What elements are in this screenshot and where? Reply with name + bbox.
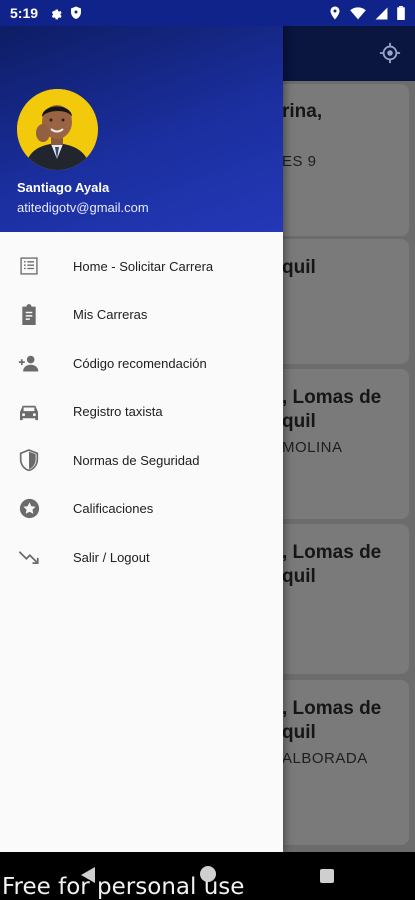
menu-item-label: Normas de Seguridad	[73, 452, 200, 468]
trip-card-line1: , Lomas de	[282, 698, 382, 719]
menu-item-label: Mis Carreras	[73, 307, 148, 323]
menu-item-calificaciones[interactable]: Calificaciones	[0, 485, 283, 534]
taxi-icon	[18, 401, 40, 423]
clipboard-icon	[18, 303, 40, 326]
trip-card-line2: quil	[282, 566, 316, 587]
star-badge-icon	[18, 498, 40, 520]
avatar[interactable]	[17, 89, 98, 170]
menu-item-label: Home - Solicitar Carrera	[73, 258, 214, 274]
add-person-icon	[18, 352, 40, 374]
trip-card-line1: , Lomas de	[282, 542, 382, 563]
list-icon	[18, 255, 40, 277]
status-bar: 5:19	[0, 0, 415, 26]
menu-item-salir-logout[interactable]: Salir / Logout	[0, 533, 283, 582]
menu-item-label: Código recomendación	[73, 355, 207, 371]
my-location-icon[interactable]	[379, 42, 401, 69]
settings-gear-icon	[48, 6, 62, 20]
shield-icon	[18, 449, 40, 471]
signal-icon	[375, 7, 388, 20]
menu-item-registro-taxista[interactable]: Registro taxista	[0, 388, 283, 437]
user-email: atitedigotv@gmail.com	[17, 200, 149, 215]
logout-arrow-icon	[18, 546, 40, 568]
status-time: 5:19	[10, 5, 39, 21]
location-status-icon	[329, 6, 341, 20]
menu-item-label: Calificaciones	[73, 501, 154, 517]
menu-item-mis-carreras[interactable]: Mis Carreras	[0, 291, 283, 340]
trip-card-line2: quil	[282, 722, 316, 743]
menu-item-codigo-recomendacion[interactable]: Código recomendación	[0, 339, 283, 388]
trip-card-line1: quil	[282, 257, 316, 278]
shield-status-icon	[70, 6, 82, 20]
trip-card-line1: , Lomas de	[282, 387, 382, 408]
navigation-drawer: Santiago Ayala atitedigotv@gmail.com Hom…	[0, 0, 283, 852]
trip-card-line3: MOLINA	[282, 439, 343, 456]
trip-card-line3: ES 9	[282, 153, 317, 170]
trip-card-line3: ALBORADA	[282, 750, 368, 767]
menu-item-label: Salir / Logout	[73, 549, 150, 565]
menu-item-normas-de-seguridad[interactable]: Normas de Seguridad	[0, 436, 283, 485]
drawer-header: Santiago Ayala atitedigotv@gmail.com	[0, 0, 283, 232]
watermark-text: Free for personal use	[2, 874, 245, 900]
menu-item-home-solicitar-carrera[interactable]: Home - Solicitar Carrera	[0, 242, 283, 291]
user-name: Santiago Ayala	[17, 180, 110, 195]
drawer-menu: Home - Solicitar Carrera Mis Carreras Có…	[0, 242, 283, 582]
menu-item-label: Registro taxista	[73, 404, 163, 420]
recents-button[interactable]	[320, 869, 334, 883]
trip-card-line1: rina,	[282, 101, 323, 122]
wifi-icon	[350, 6, 366, 20]
trip-card-line2: quil	[282, 411, 316, 432]
battery-icon	[397, 6, 405, 20]
